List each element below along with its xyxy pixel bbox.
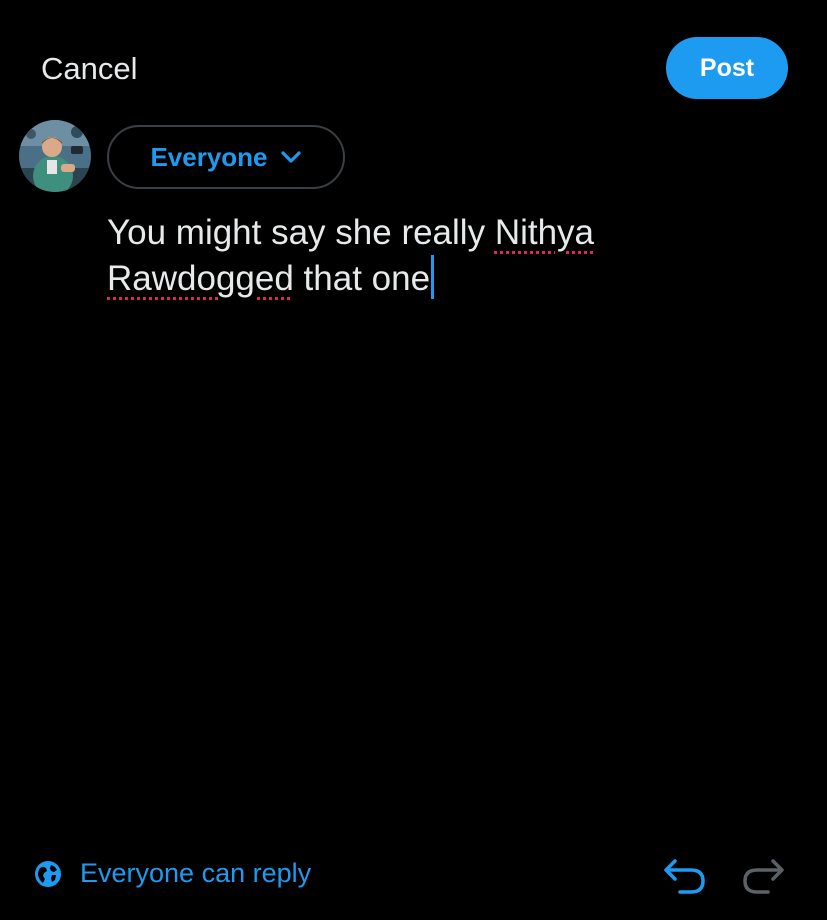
audience-selector-button[interactable]: Everyone [107, 125, 345, 189]
undo-button[interactable] [660, 853, 708, 897]
redo-button [740, 853, 788, 897]
reply-setting-label: Everyone can reply [80, 858, 312, 888]
globe-icon [35, 860, 61, 887]
text-segment: You might say she really [107, 213, 495, 252]
text-caret [431, 255, 435, 299]
post-button[interactable]: Post [666, 37, 788, 99]
undo-icon [664, 859, 705, 894]
text-line-1: You might say she really Nithya [107, 210, 707, 255]
avatar[interactable] [19, 120, 91, 192]
reply-setting-button[interactable]: Everyone can reply [34, 858, 311, 889]
chevron-down-icon [280, 151, 301, 163]
text-line-2: Rawdogged that one [107, 255, 707, 301]
misspelled-word[interactable]: Rawdogged [107, 259, 294, 298]
post-button-label: Post [699, 53, 755, 82]
audience-label: Everyone [150, 141, 268, 172]
post-text-input[interactable]: You might say she really Nithya Rawdogge… [107, 210, 707, 301]
redo-icon [743, 859, 784, 894]
cancel-button[interactable]: Cancel [41, 50, 138, 88]
user-avatar-photo [19, 120, 91, 192]
text-segment: that one [293, 259, 431, 298]
misspelled-word[interactable]: Nithya [495, 213, 594, 252]
